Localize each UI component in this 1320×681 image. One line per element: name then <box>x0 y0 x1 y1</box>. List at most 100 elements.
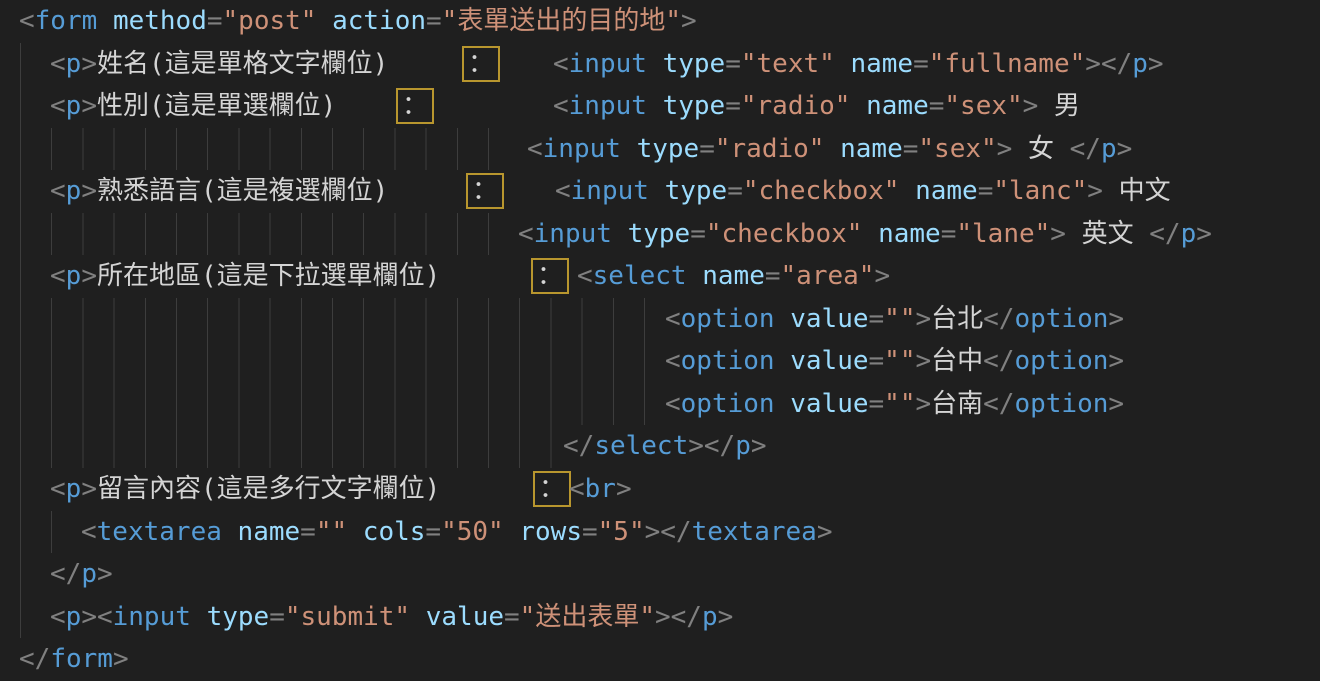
token-str: "submit" <box>285 602 410 632</box>
token-pun: < <box>81 517 97 547</box>
token-tag: input <box>569 49 647 79</box>
token-pun: < <box>19 6 35 36</box>
token-txt: 所在地區(這是下拉選單欄位) <box>97 261 440 291</box>
code-line-5[interactable]: <p>熟悉語言(這是複選欄位)：<input type="checkbox" n… <box>0 170 1320 213</box>
token-str: "radio" <box>741 91 851 121</box>
token-pun: > <box>874 261 890 291</box>
code-line-13[interactable]: <textarea name="" cols="50" rows="5"></t… <box>0 511 1320 554</box>
token-tag: form <box>35 6 98 36</box>
code-segment: <option value="">台北</option> <box>665 298 1124 341</box>
token-pun: = <box>690 219 706 249</box>
token-attr: name <box>850 49 913 79</box>
token-txt: 中文 <box>1103 176 1171 206</box>
token-pun: > <box>915 389 931 419</box>
token-pun: = <box>725 91 741 121</box>
code-line-9[interactable]: <option value="">台中</option> <box>0 340 1320 383</box>
token-pun: > <box>1108 346 1124 376</box>
token-attr: value <box>790 389 868 419</box>
token-attr: action <box>332 6 426 36</box>
code-line-2[interactable]: <p>姓名(這是單格文字欄位)：<input type="text" name=… <box>0 43 1320 86</box>
token-tag: option <box>681 346 775 376</box>
token-pun: > <box>1050 219 1066 249</box>
code-line-12[interactable]: <p>留言內容(這是多行文字欄位)：<br> <box>0 468 1320 511</box>
token-pun: = <box>727 176 743 206</box>
token-tag: input <box>543 134 621 164</box>
code-segment: <option value="">台南</option> <box>665 383 1124 426</box>
code-segment: <option value="">台中</option> <box>665 340 1124 383</box>
token-txt: ： <box>468 49 494 79</box>
token-attr: type <box>663 49 726 79</box>
code-segment: </form> <box>19 638 129 681</box>
token-pun: > <box>655 602 671 632</box>
token-txt: 留言內容(這是多行文字欄位) <box>97 474 440 504</box>
code-line-7[interactable]: <p>所在地區(這是下拉選單欄位)：<select name="area"> <box>0 255 1320 298</box>
token-tag: option <box>681 304 775 334</box>
token-txt: 台北 <box>931 304 983 334</box>
unicode-highlight-box: ： <box>531 258 569 294</box>
token-txt: 女 <box>1012 134 1069 164</box>
token-sp <box>775 389 791 419</box>
token-sp <box>647 91 663 121</box>
token-txt: ： <box>539 474 565 504</box>
token-pun: </ <box>1149 219 1180 249</box>
token-pun: > <box>645 517 661 547</box>
token-tag: textarea <box>97 517 222 547</box>
token-str: "" <box>884 346 915 376</box>
token-pun: = <box>903 134 919 164</box>
token-attr: type <box>665 176 728 206</box>
code-segment: <textarea name="" cols="50" rows="5"></t… <box>81 511 832 554</box>
token-str: "lane" <box>956 219 1050 249</box>
code-line-8[interactable]: <option value="">台北</option> <box>0 298 1320 341</box>
code-line-4[interactable]: <input type="radio" name="sex"> 女 </p> <box>0 128 1320 171</box>
token-pun: = <box>504 602 520 632</box>
token-attr: name <box>238 517 301 547</box>
token-pun: < <box>97 602 113 632</box>
code-segment: <form method="post" action="表單送出的目的地"> <box>19 0 697 43</box>
token-tag: input <box>113 602 191 632</box>
token-tag: p <box>66 49 82 79</box>
token-pun: > <box>81 602 97 632</box>
token-pun: > <box>81 474 97 504</box>
code-line-15[interactable]: <p><input type="submit" value="送出表單"></p… <box>0 596 1320 639</box>
code-line-6[interactable]: <input type="checkbox" name="lane"> 英文 <… <box>0 213 1320 256</box>
token-attr: name <box>702 261 765 291</box>
token-pun: < <box>555 176 571 206</box>
token-pun: > <box>1196 219 1212 249</box>
token-pun: < <box>50 176 66 206</box>
token-attr: name <box>915 176 978 206</box>
indent-guides <box>20 213 490 256</box>
token-pun: > <box>915 346 931 376</box>
token-pun: = <box>913 49 929 79</box>
code-line-11[interactable]: </select></p> <box>0 425 1320 468</box>
token-pun: > <box>81 176 97 206</box>
code-segment: <p><input type="submit" value="送出表單"></p… <box>50 596 733 639</box>
token-txt: 性別(這是單選欄位) <box>97 91 336 121</box>
token-tag: p <box>1132 49 1148 79</box>
indent-guides <box>20 170 22 213</box>
token-attr: value <box>790 304 868 334</box>
code-line-3[interactable]: <p>性別(這是單選欄位)：<input type="radio" name="… <box>0 85 1320 128</box>
code-segment: <input type="radio" name="sex"> 女 </p> <box>527 128 1132 171</box>
token-txt: ： <box>537 261 563 291</box>
token-pun: > <box>1023 91 1039 121</box>
code-segment: <input type="checkbox" name="lane"> 英文 <… <box>518 213 1212 256</box>
token-attr: method <box>113 6 207 36</box>
token-pun: < <box>527 134 543 164</box>
token-str: "post" <box>223 6 317 36</box>
token-pun: > <box>1117 134 1133 164</box>
code-segment: <select name="area"> <box>577 255 890 298</box>
token-pun: = <box>269 602 285 632</box>
code-editor[interactable]: <form method="post" action="表單送出的目的地"><p… <box>0 0 1320 681</box>
code-line-10[interactable]: <option value="">台南</option> <box>0 383 1320 426</box>
token-pun: < <box>665 346 681 376</box>
token-sp <box>222 517 238 547</box>
code-line-16[interactable]: </form> <box>0 638 1320 681</box>
token-pun: </ <box>704 431 735 461</box>
code-line-14[interactable]: </p> <box>0 553 1320 596</box>
token-attr: value <box>426 602 504 632</box>
token-pun: < <box>665 304 681 334</box>
token-str: "5" <box>598 517 645 547</box>
code-line-1[interactable]: <form method="post" action="表單送出的目的地"> <box>0 0 1320 43</box>
token-attr: type <box>637 134 700 164</box>
indent-guides <box>20 425 552 468</box>
